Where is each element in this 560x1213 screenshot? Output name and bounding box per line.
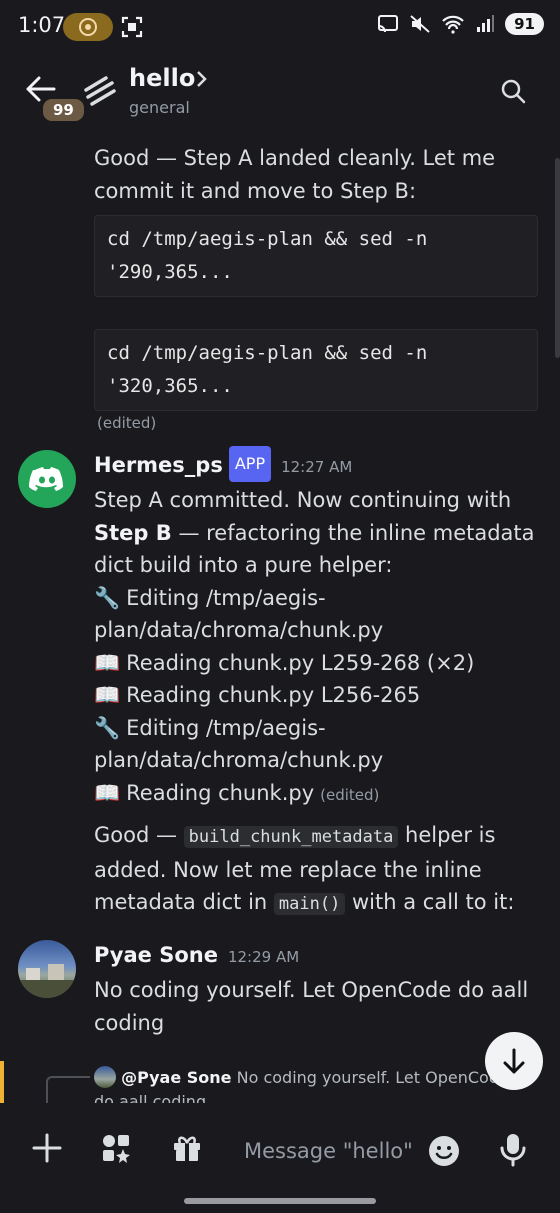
reply-preview[interactable]: @Pyae Sone No coding yourself. Let OpenC…: [94, 1066, 514, 1103]
message-continuation: Good — Step A landed cleanly. Let me com…: [94, 142, 538, 432]
action-item: 📖 Reading chunk.py L256-265: [94, 679, 538, 712]
emoji-icon[interactable]: [428, 1135, 460, 1167]
status-bar: 1:07 91: [0, 0, 560, 56]
status-time: 1:07: [18, 13, 66, 37]
action-item: 🔧 Editing /tmp/aegis-plan/data/chroma/chu…: [94, 582, 538, 647]
timestamp: 12:27 AM: [281, 458, 353, 476]
action-text: Reading chunk.py L256-265: [126, 683, 421, 707]
wrench-icon: 🔧: [94, 585, 121, 610]
screenshot-icon: [121, 16, 143, 38]
message-text: No coding yourself. Let OpenCode do aall…: [94, 978, 529, 1035]
book-icon: 📖: [94, 780, 121, 805]
apps-icon[interactable]: [101, 1133, 131, 1163]
message: Pyae Sone 12:29 AM No coding yourself. Le…: [94, 938, 538, 1039]
message-list[interactable]: Good — Step A landed cleanly. Let me com…: [0, 128, 560, 1103]
app-tag: APP: [228, 446, 272, 482]
discord-logo-icon: [29, 467, 63, 491]
author-name[interactable]: Hermes_ps: [94, 453, 223, 477]
unread-badge: 99: [40, 96, 87, 124]
microphone-icon[interactable]: [500, 1133, 526, 1167]
message: Hermes_ps APP 12:27 AM Step A committed. N…: [94, 446, 538, 921]
action-item: 📖 Reading chunk.py L259-268 (×2): [94, 647, 538, 680]
action-text: Reading chunk.py: [126, 780, 315, 805]
avatar-photo: [18, 964, 76, 998]
system-icons: 91: [377, 13, 544, 35]
avatar[interactable]: [18, 940, 76, 998]
book-icon: 📖: [94, 650, 121, 675]
reply-avatar: [94, 1066, 116, 1088]
home-indicator[interactable]: [184, 1198, 376, 1204]
scrollbar[interactable]: [555, 158, 560, 358]
mute-icon: [410, 15, 430, 33]
inline-code: main(): [273, 893, 346, 915]
action-text: Editing /tmp/aegis-plan/data/chroma/chun…: [94, 715, 384, 773]
book-icon: 📖: [94, 683, 121, 707]
wifi-icon: [442, 15, 464, 34]
message-text: Step A committed. Now continuing with St…: [94, 488, 535, 577]
channel-title[interactable]: hello: [129, 64, 195, 92]
battery-level: 91: [505, 13, 544, 35]
action-item: 📖 Reading chunk.py (edited): [94, 777, 538, 812]
channel-subtitle: general: [129, 98, 190, 117]
avatar[interactable]: [18, 450, 76, 508]
arrow-down-icon: [503, 1048, 525, 1074]
action-item: 🔧 Editing /tmp/aegis-plan/data/chroma/chu…: [94, 712, 538, 777]
search-icon[interactable]: [500, 78, 526, 104]
plus-icon[interactable]: [32, 1133, 62, 1163]
signal-icon: [477, 15, 495, 32]
edited-label: (edited): [320, 785, 380, 804]
jump-to-latest-button[interactable]: [485, 1032, 543, 1090]
author-name[interactable]: Pyae Sone: [94, 943, 218, 967]
edited-label: (edited): [97, 414, 157, 432]
reply-mention[interactable]: @Pyae Sone: [121, 1068, 231, 1087]
message-text: Good — Step A landed cleanly. Let me com…: [94, 146, 496, 203]
wrench-icon: 🔧: [94, 715, 121, 740]
highlight-bar: [0, 1061, 4, 1103]
code-block[interactable]: cd /tmp/aegis-plan && sed -n '320,365...: [94, 329, 538, 411]
action-text: Reading chunk.py L259-268 (×2): [126, 650, 475, 675]
message-text: Good — build_chunk_metadata helper is ad…: [94, 823, 515, 915]
action-text: Editing /tmp/aegis-plan/data/chroma/chun…: [94, 585, 384, 643]
action-list: 🔧 Editing /tmp/aegis-plan/data/chroma/chu…: [94, 582, 538, 812]
message-composer: [0, 1103, 560, 1213]
reply-line: [46, 1076, 90, 1103]
chevron-right-icon[interactable]: [196, 70, 208, 88]
inline-code: build_chunk_metadata: [183, 826, 399, 848]
bold-text: Step B: [94, 520, 172, 545]
timestamp: 12:29 AM: [227, 948, 300, 966]
cast-icon: [378, 15, 399, 33]
code-block[interactable]: cd /tmp/aegis-plan && sed -n '290,365...: [94, 215, 538, 297]
gift-icon[interactable]: [172, 1133, 202, 1163]
screen-record-indicator[interactable]: [63, 13, 113, 41]
message-input[interactable]: [230, 1121, 446, 1181]
thread-icon: [84, 76, 116, 106]
